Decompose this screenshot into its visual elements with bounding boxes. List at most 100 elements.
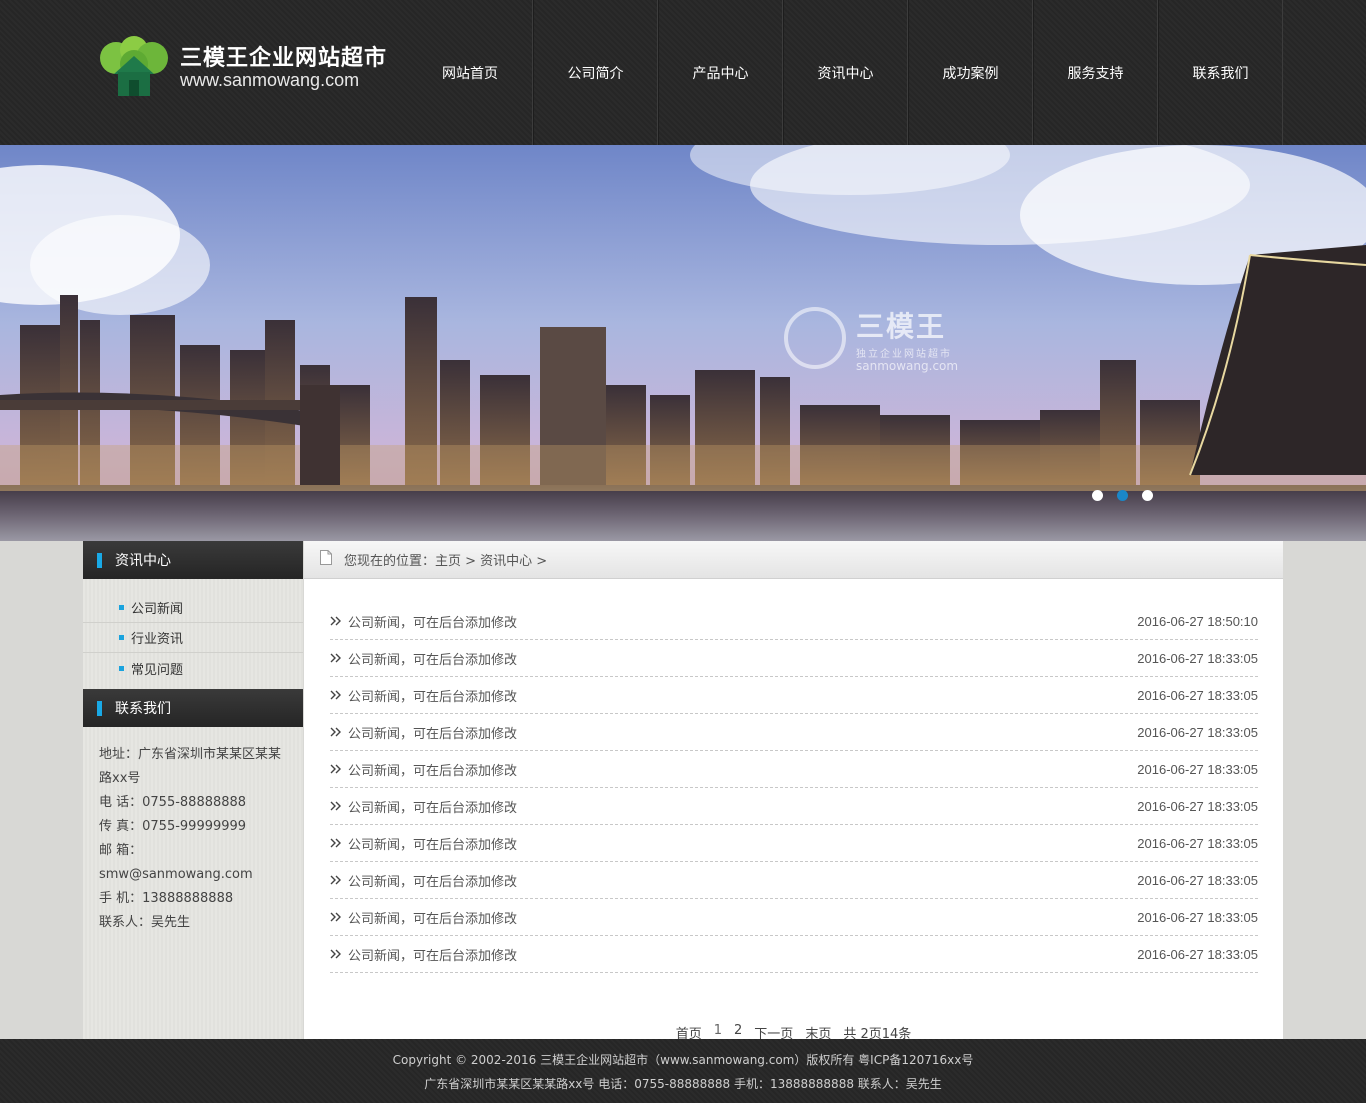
- sidebar-item-industry-news[interactable]: 行业资讯: [83, 623, 303, 653]
- slider-dot-3[interactable]: [1142, 490, 1153, 501]
- sidebar-item-label: 公司新闻: [131, 602, 184, 617]
- list-item[interactable]: 公司新闻，可在后台添加修改 2016-06-27 18:33:05: [330, 788, 1258, 825]
- site-header: 三模王企业网站超市 www.sanmowang.com 网站首页 公司简介 产品…: [0, 0, 1366, 145]
- banner-watermark: 三模王 独立企业网站超市 sanmowang.com: [784, 305, 984, 375]
- news-date: 2016-06-27 18:33:05: [1137, 946, 1258, 962]
- double-chevron-icon: [330, 801, 341, 811]
- double-chevron-icon: [330, 949, 341, 959]
- sidebar-item-company-news[interactable]: 公司新闻: [83, 593, 303, 623]
- watermark-logo-icon: [784, 307, 846, 369]
- news-title-wrap: 公司新闻，可在后台添加修改: [330, 649, 517, 668]
- main-nav: 网站首页 公司简介 产品中心 资讯中心 成功案例 服务支持 联系我们: [408, 0, 1283, 145]
- double-chevron-icon: [330, 616, 341, 626]
- nav-item-about[interactable]: 公司简介: [533, 0, 658, 145]
- news-title: 公司新闻，可在后台添加修改: [348, 726, 518, 742]
- news-title-wrap: 公司新闻，可在后台添加修改: [330, 760, 517, 779]
- news-title-wrap: 公司新闻，可在后台添加修改: [330, 723, 517, 742]
- sidebar: 资讯中心 公司新闻 行业资讯 常见问题 联系我们 地址：广东省深圳市某某区某某路…: [83, 541, 303, 1039]
- nav-item-contact[interactable]: 联系我们: [1158, 0, 1283, 145]
- header-accent-bar: [97, 700, 102, 716]
- main-content: 您现在的位置：主页 > 资讯中心 > 公司新闻，可在后台添加修改 2016-06…: [304, 541, 1283, 1042]
- sidebar-contact-title: 联系我们: [115, 701, 171, 717]
- bullet-icon: [119, 635, 124, 640]
- double-chevron-icon: [330, 912, 341, 922]
- contact-email: 邮 箱：smw@sanmowang.com: [99, 843, 253, 882]
- contact-phone: 电 话：0755-88888888: [99, 795, 247, 810]
- watermark-url: sanmowang.com: [856, 359, 959, 373]
- list-item[interactable]: 公司新闻，可在后台添加修改 2016-06-27 18:50:10: [330, 603, 1258, 640]
- news-title-wrap: 公司新闻，可在后台添加修改: [330, 612, 517, 631]
- contact-fax: 传 真：0755-99999999: [99, 819, 247, 834]
- slider-dot-1[interactable]: [1092, 490, 1103, 501]
- news-title-wrap: 公司新闻，可在后台添加修改: [330, 908, 517, 927]
- news-title: 公司新闻，可在后台添加修改: [348, 874, 518, 890]
- news-title: 公司新闻，可在后台添加修改: [348, 652, 518, 668]
- double-chevron-icon: [330, 875, 341, 885]
- list-item[interactable]: 公司新闻，可在后台添加修改 2016-06-27 18:33:05: [330, 936, 1258, 973]
- list-item[interactable]: 公司新闻，可在后台添加修改 2016-06-27 18:33:05: [330, 862, 1258, 899]
- list-item[interactable]: 公司新闻，可在后台添加修改 2016-06-27 18:33:05: [330, 751, 1258, 788]
- sidebar-contact-header: 联系我们: [83, 689, 303, 727]
- sidebar-item-faq[interactable]: 常见问题: [83, 653, 303, 683]
- document-icon: [320, 550, 332, 565]
- list-item[interactable]: 公司新闻，可在后台添加修改 2016-06-27 18:33:05: [330, 714, 1258, 751]
- news-title-wrap: 公司新闻，可在后台添加修改: [330, 871, 517, 890]
- nav-item-cases[interactable]: 成功案例: [908, 0, 1033, 145]
- double-chevron-icon: [330, 690, 341, 700]
- watermark-title: 三模王: [856, 310, 947, 343]
- contact-info: 地址：广东省深圳市某某区某某路xx号 电 话：0755-88888888 传 真…: [83, 727, 303, 935]
- bullet-icon: [119, 665, 124, 671]
- logo-title: 三模王企业网站超市: [180, 46, 388, 71]
- site-footer: Copyright © 2002-2016 三模王企业网站超市（www.sanm…: [0, 1039, 1366, 1103]
- breadcrumb-text[interactable]: 您现在的位置：主页 > 资讯中心 >: [344, 550, 547, 569]
- footer-contact: 广东省深圳市某某区某某路xx号 电话：0755-88888888 手机：1388…: [424, 1077, 942, 1091]
- sidebar-news-list: 公司新闻 行业资讯 常见问题: [83, 579, 303, 687]
- news-title: 公司新闻，可在后台添加修改: [348, 911, 518, 927]
- news-title: 公司新闻，可在后台添加修改: [348, 837, 518, 853]
- list-item[interactable]: 公司新闻，可在后台添加修改 2016-06-27 18:33:05: [330, 677, 1258, 714]
- nav-item-products[interactable]: 产品中心: [658, 0, 783, 145]
- news-date: 2016-06-27 18:33:05: [1137, 687, 1258, 703]
- news-date: 2016-06-27 18:33:05: [1137, 835, 1258, 851]
- nav-item-news[interactable]: 资讯中心: [783, 0, 908, 145]
- news-date: 2016-06-27 18:33:05: [1137, 650, 1258, 666]
- watermark-subtitle: 独立企业网站超市: [856, 349, 952, 360]
- news-date: 2016-06-27 18:33:05: [1137, 909, 1258, 925]
- list-item[interactable]: 公司新闻，可在后台添加修改 2016-06-27 18:33:05: [330, 899, 1258, 936]
- news-title-wrap: 公司新闻，可在后台添加修改: [330, 834, 517, 853]
- news-title: 公司新闻，可在后台添加修改: [348, 948, 518, 964]
- footer-copyright: Copyright © 2002-2016 三模王企业网站超市（www.sanm…: [392, 1053, 974, 1067]
- news-date: 2016-06-27 18:50:10: [1137, 613, 1258, 629]
- nav-item-home[interactable]: 网站首页: [408, 0, 533, 145]
- hero-banner[interactable]: 三模王 独立企业网站超市 sanmowang.com: [0, 145, 1366, 541]
- double-chevron-icon: [330, 727, 341, 737]
- news-list: 公司新闻，可在后台添加修改 2016-06-27 18:50:10 公司新闻，可…: [330, 603, 1258, 973]
- slider-dots: [1092, 490, 1153, 501]
- sidebar-news-title: 资讯中心: [115, 553, 171, 569]
- logo-url: www.sanmowang.com: [180, 70, 360, 90]
- news-date: 2016-06-27 18:33:05: [1137, 724, 1258, 740]
- breadcrumb: 您现在的位置：主页 > 资讯中心 >: [304, 541, 1283, 579]
- news-title: 公司新闻，可在后台添加修改: [348, 763, 518, 779]
- double-chevron-icon: [330, 764, 341, 774]
- sidebar-item-label: 常见问题: [131, 662, 184, 678]
- header-accent-bar: [97, 552, 102, 568]
- sidebar-item-label: 行业资讯: [131, 632, 184, 647]
- nav-item-support[interactable]: 服务支持: [1033, 0, 1158, 145]
- news-title-wrap: 公司新闻，可在后台添加修改: [330, 686, 517, 705]
- news-date: 2016-06-27 18:33:05: [1137, 872, 1258, 888]
- news-title-wrap: 公司新闻，可在后台添加修改: [330, 797, 517, 816]
- news-date: 2016-06-27 18:33:05: [1137, 761, 1258, 777]
- bullet-icon: [119, 605, 124, 610]
- list-item[interactable]: 公司新闻，可在后台添加修改 2016-06-27 18:33:05: [330, 825, 1258, 862]
- city-skyline-image: [0, 145, 1366, 541]
- list-item[interactable]: 公司新闻，可在后台添加修改 2016-06-27 18:33:05: [330, 640, 1258, 677]
- house-tree-icon: [100, 36, 168, 96]
- double-chevron-icon: [330, 838, 341, 848]
- contact-mobile: 手 机：13888888888: [99, 891, 234, 906]
- news-date: 2016-06-27 18:33:05: [1137, 798, 1258, 814]
- double-chevron-icon: [330, 653, 341, 663]
- site-logo[interactable]: 三模王企业网站超市 www.sanmowang.com: [98, 36, 398, 100]
- news-title: 公司新闻，可在后台添加修改: [348, 800, 518, 816]
- slider-dot-2[interactable]: [1117, 490, 1128, 501]
